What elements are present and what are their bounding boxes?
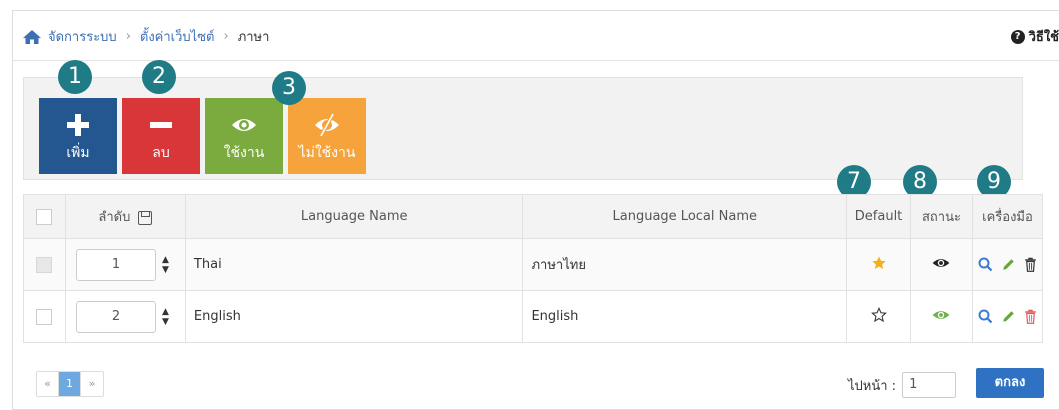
header-tools: เครื่องมือ — [971, 194, 1044, 239]
goto-page-input[interactable]: 1 — [902, 372, 957, 398]
order-input[interactable]: 2 — [75, 300, 156, 333]
action-toolbar: เพิ่ม ลบ ใช้งาน ไม่ใช้งาน — [23, 77, 1023, 180]
divider — [13, 60, 1059, 61]
local-name-cell: English — [522, 290, 848, 343]
spinner-down-icon[interactable]: ▼ — [162, 265, 169, 275]
table-header-row: ลำดับ Language Name Language Local Name … — [23, 194, 1044, 239]
header-language-name[interactable]: Language Name — [184, 194, 524, 239]
eye-icon[interactable] — [932, 308, 950, 322]
order-cell: 1 ▲ ▼ — [64, 238, 186, 291]
pencil-icon[interactable] — [1001, 257, 1016, 272]
tools-cell — [971, 238, 1044, 291]
disable-button[interactable]: ไม่ใช้งาน — [288, 98, 366, 174]
default-cell — [846, 290, 912, 343]
add-button[interactable]: เพิ่ม — [39, 98, 117, 174]
spinner-down-icon[interactable]: ▼ — [162, 317, 169, 327]
trash-icon[interactable] — [1024, 257, 1037, 272]
question-icon: ? — [1010, 29, 1025, 44]
header-order: ลำดับ — [64, 194, 186, 239]
pagination-next[interactable]: » — [81, 372, 103, 396]
enable-button[interactable]: ใช้งาน — [205, 98, 283, 174]
search-icon[interactable] — [978, 309, 993, 324]
pagination-prev[interactable]: « — [37, 372, 59, 396]
ok-button[interactable]: ตกลง — [976, 368, 1044, 398]
breadcrumb-item-system[interactable]: จัดการระบบ — [48, 26, 117, 47]
delete-label: ลบ — [152, 145, 170, 161]
eye-slash-icon — [315, 113, 339, 137]
row-select-cell — [23, 290, 66, 343]
order-cell: 2 ▲ ▼ — [64, 290, 186, 343]
breadcrumb-item-website-settings[interactable]: ตั้งค่าเว็บไซต์ — [140, 26, 215, 47]
language-name-cell: English — [184, 290, 524, 343]
save-order-icon[interactable] — [138, 210, 153, 225]
breadcrumb-item-language: ภาษา — [237, 30, 270, 45]
search-icon[interactable] — [978, 257, 993, 272]
add-label: เพิ่ม — [66, 145, 90, 161]
breadcrumb-separator: › — [223, 29, 229, 44]
delete-button[interactable]: ลบ — [122, 98, 200, 174]
header-status: สถานะ — [910, 194, 973, 239]
eye-icon — [232, 119, 256, 131]
minus-icon — [150, 122, 172, 128]
callout-badge-1: 1 — [58, 60, 92, 94]
enable-label: ใช้งาน — [223, 145, 265, 161]
status-cell — [910, 290, 973, 343]
row-checkbox[interactable] — [36, 308, 53, 325]
order-spinner[interactable]: ▲ ▼ — [162, 307, 169, 327]
spinner-up-icon[interactable]: ▲ — [162, 255, 169, 265]
pagination: « 1 » — [36, 371, 104, 397]
tools-cell — [971, 290, 1044, 343]
select-all-checkbox[interactable] — [36, 208, 53, 225]
help-link[interactable]: ? วิธีใช้ — [1010, 26, 1059, 47]
row-select-cell — [23, 238, 66, 291]
star-filled-icon[interactable] — [871, 255, 887, 271]
pagination-page-1[interactable]: 1 — [59, 372, 81, 396]
header-select[interactable] — [23, 194, 66, 239]
header-local-name[interactable]: Language Local Name — [522, 194, 848, 239]
star-outline-icon[interactable] — [870, 306, 887, 323]
language-table: ลำดับ Language Name Language Local Name … — [23, 194, 1044, 343]
order-header-label: ลำดับ — [98, 210, 131, 225]
disable-label: ไม่ใช้งาน — [298, 145, 356, 161]
help-label: วิธีใช้ — [1028, 30, 1059, 45]
row-checkbox — [36, 256, 53, 273]
breadcrumb-separator: › — [125, 29, 131, 44]
order-input[interactable]: 1 — [75, 248, 156, 281]
table-row: 2 ▲ ▼ English English — [23, 290, 1044, 343]
order-spinner[interactable]: ▲ ▼ — [162, 255, 169, 275]
callout-badge-2: 2 — [142, 60, 176, 94]
trash-icon[interactable] — [1024, 309, 1037, 324]
eye-icon[interactable] — [932, 256, 950, 270]
spinner-up-icon[interactable]: ▲ — [162, 307, 169, 317]
language-name-cell: Thai — [184, 238, 524, 291]
home-icon[interactable] — [22, 29, 42, 45]
pencil-icon[interactable] — [1001, 309, 1016, 324]
table-row: 1 ▲ ▼ Thai ภาษาไทย — [23, 238, 1044, 291]
header-default: Default — [846, 194, 912, 239]
goto-page: ไปหน้า : 1 — [848, 372, 957, 398]
plus-icon — [67, 114, 89, 136]
breadcrumb: จัดการระบบ › ตั้งค่าเว็บไซต์ › ภาษา — [22, 26, 269, 47]
callout-badge-3: 3 — [272, 71, 306, 105]
status-cell — [910, 238, 973, 291]
goto-label: ไปหน้า : — [848, 378, 897, 394]
local-name-cell: ภาษาไทย — [522, 238, 848, 291]
default-cell — [846, 238, 912, 291]
